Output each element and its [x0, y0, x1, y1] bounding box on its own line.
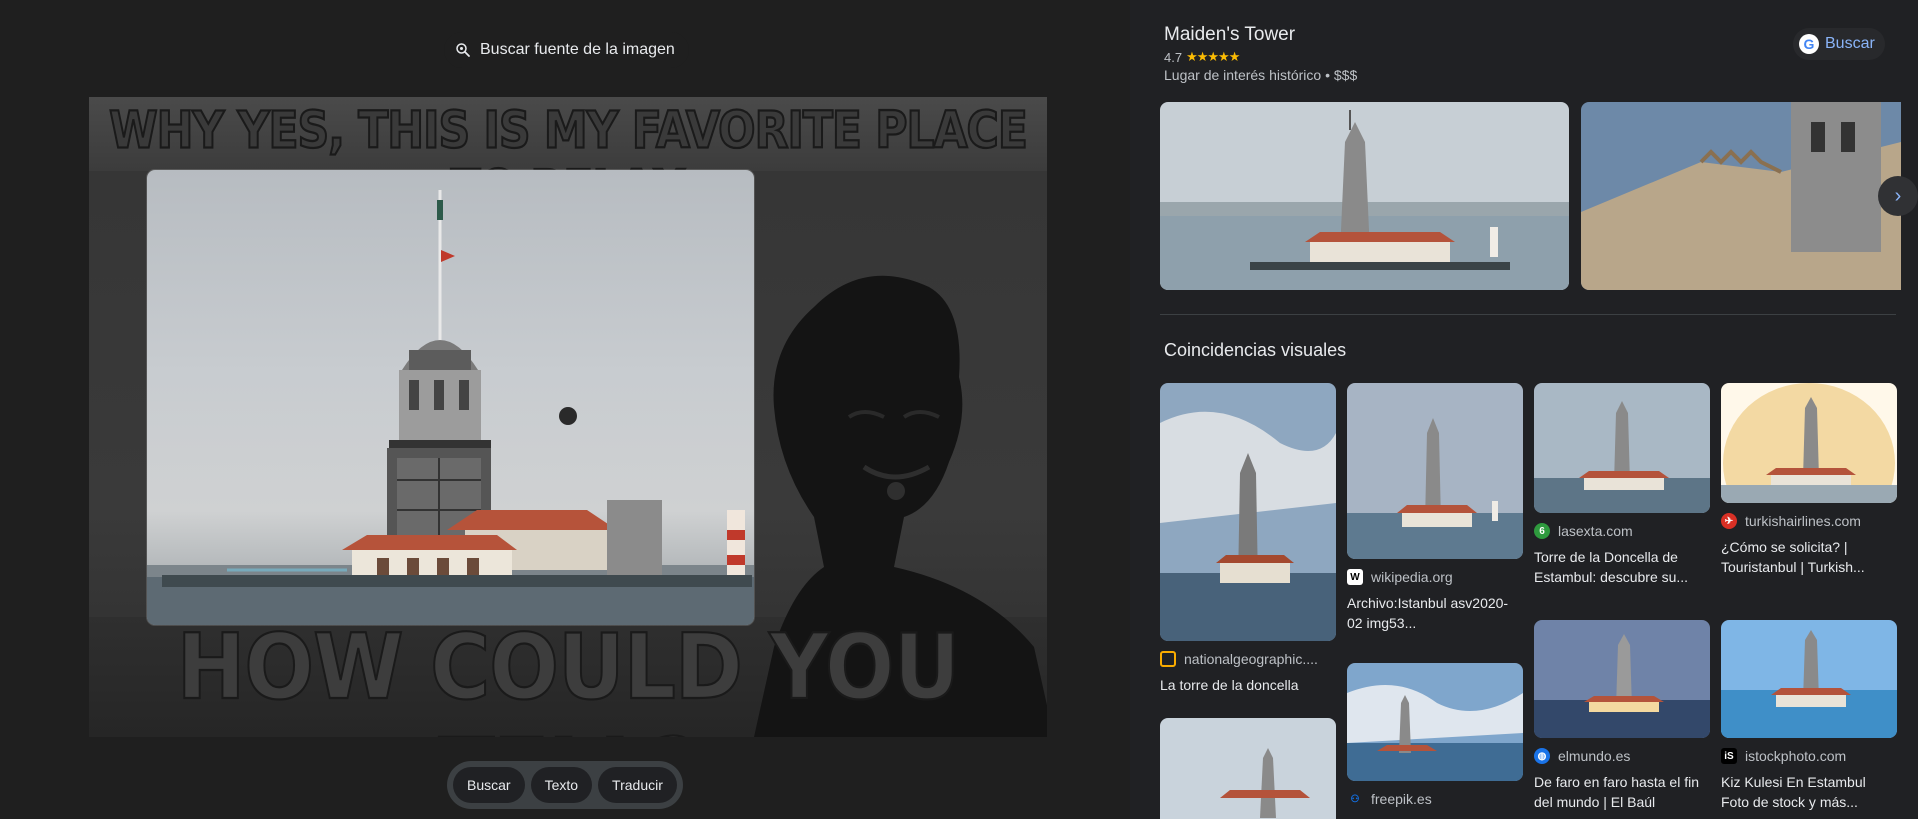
visual-match-thumbnail[interactable] [1534, 620, 1710, 738]
match-source: ✈ turkishairlines.com [1721, 513, 1897, 529]
selection-drag-handle[interactable] [559, 407, 577, 425]
visual-match-card[interactable]: ✈ turkishairlines.com ¿Cómo se solicita?… [1721, 383, 1897, 577]
rating-value: 4.7 [1164, 49, 1183, 65]
globe-icon: ◍ [1534, 748, 1550, 764]
wikipedia-favicon-icon: W [1347, 569, 1363, 585]
match-title[interactable]: ¿Cómo se solicita? | Touristanbul | Turk… [1721, 537, 1897, 577]
natgeo-favicon-icon [1160, 651, 1176, 667]
match-source-name: elmundo.es [1558, 748, 1631, 764]
find-image-source-label: Buscar fuente de la imagen [480, 41, 675, 58]
query-image[interactable]: WHY YES, THIS IS MY FAVORITE PLACE TO RE… [89, 97, 1047, 737]
match-title[interactable]: Kiz Kulesi En Estambul Foto de stock y m… [1721, 772, 1897, 812]
results-pane: Maiden's Tower 4.7 ★★★★★ Lugar de interé… [1130, 0, 1918, 819]
freepik-favicon-icon: ⚇ [1350, 793, 1360, 805]
google-search-button[interactable]: G Buscar [1793, 28, 1885, 60]
match-image-5 [1160, 718, 1336, 819]
visual-match-thumbnail[interactable] [1347, 383, 1523, 559]
meme-bottom-caption: HOW COULD YOU TELL? [176, 614, 961, 737]
match-source: iS istockphoto.com [1721, 748, 1897, 764]
place-rating: 4.7 ★★★★★ [1164, 49, 1240, 65]
visual-match-card[interactable]: nationalgeographic.... La torre de la do… [1160, 383, 1336, 695]
visual-match-thumbnail[interactable] [1160, 718, 1336, 819]
visual-match-card[interactable]: W wikipedia.org Archivo:Istanbul asv2020… [1347, 383, 1523, 633]
google-lens-results: Buscar fuente de la imagen WHY YES, THIS… [0, 0, 1918, 819]
google-g-icon: G [1799, 34, 1819, 54]
match-source-name: turkishairlines.com [1745, 513, 1861, 529]
place-title[interactable]: Maiden's Tower [1164, 24, 1295, 46]
place-type: Lugar de interés histórico • $$$ [1164, 67, 1358, 83]
match-source: W wikipedia.org [1347, 569, 1523, 585]
visual-match-card[interactable]: ⚇ freepik.es [1347, 663, 1523, 807]
tower-photo-1 [1160, 102, 1569, 290]
match-image-2 [1347, 383, 1523, 559]
match-image-8 [1721, 620, 1897, 738]
mode-text-button[interactable]: Texto [530, 767, 593, 803]
visual-match-thumbnail[interactable] [1347, 663, 1523, 781]
tower-photo-2 [1581, 102, 1901, 290]
find-image-source-button[interactable]: Buscar fuente de la imagen [444, 32, 689, 68]
match-source-name: freepik.es [1371, 791, 1432, 807]
mode-translate-button[interactable]: Traducir [598, 767, 677, 803]
match-image-4 [1534, 383, 1710, 513]
match-source: nationalgeographic.... [1160, 651, 1336, 667]
place-image-2[interactable] [1581, 102, 1901, 290]
lens-mode-toolbar: Buscar Texto Traducir [447, 761, 683, 809]
secondary-handle[interactable] [887, 482, 905, 500]
visual-matches-heading: Coincidencias visuales [1164, 340, 1347, 360]
section-divider [1160, 314, 1896, 315]
match-image-6 [1534, 620, 1710, 738]
match-source-name: wikipedia.org [1371, 569, 1453, 585]
visual-match-thumbnail[interactable] [1721, 383, 1897, 503]
visual-match-thumbnail[interactable] [1721, 620, 1897, 738]
mode-search-button[interactable]: Buscar [453, 767, 525, 803]
visual-match-thumbnail[interactable] [1534, 383, 1710, 513]
match-image-7 [1721, 383, 1897, 503]
match-title[interactable]: Torre de la Doncella de Estambul: descub… [1534, 547, 1710, 587]
match-image-1 [1160, 383, 1336, 641]
match-title[interactable]: La torre de la doncella [1160, 675, 1336, 695]
match-source: ◍ elmundo.es [1534, 748, 1710, 764]
match-image-3 [1347, 663, 1523, 781]
lens-selection-region[interactable] [147, 170, 754, 625]
match-source: 6 lasexta.com [1534, 523, 1710, 539]
google-search-label: Buscar [1825, 35, 1875, 52]
match-source-name: lasexta.com [1558, 523, 1633, 539]
match-source: ⚇ freepik.es [1347, 791, 1523, 807]
image-viewer-pane: Buscar fuente de la imagen WHY YES, THIS… [0, 0, 1130, 819]
visual-match-thumbnail[interactable] [1160, 383, 1336, 641]
lens-search-icon [456, 43, 470, 57]
place-image-1[interactable] [1160, 102, 1569, 290]
istock-favicon-icon: iS [1721, 748, 1737, 764]
turkish-airlines-favicon-icon: ✈ [1721, 513, 1737, 529]
carousel-next-button[interactable]: › [1878, 176, 1918, 216]
visual-match-card[interactable]: iS istockphoto.com Kiz Kulesi En Estambu… [1721, 620, 1897, 812]
match-title[interactable]: Archivo:Istanbul asv2020-02 img53... [1347, 593, 1523, 633]
visual-match-card[interactable]: 6 lasexta.com Torre de la Doncella de Es… [1534, 383, 1710, 587]
maidens-tower-illustration [147, 190, 754, 625]
lasexta-favicon-icon: 6 [1534, 523, 1550, 539]
match-source-name: istockphoto.com [1745, 748, 1847, 764]
star-rating-icon: ★★★★★ [1186, 49, 1240, 64]
match-source-name: nationalgeographic.... [1184, 651, 1318, 667]
chevron-right-icon: › [1894, 184, 1902, 207]
visual-match-card[interactable] [1160, 718, 1336, 819]
match-title[interactable]: De faro en faro hasta el fin del mundo |… [1534, 772, 1710, 812]
visual-match-card[interactable]: ◍ elmundo.es De faro en faro hasta el fi… [1534, 620, 1710, 812]
